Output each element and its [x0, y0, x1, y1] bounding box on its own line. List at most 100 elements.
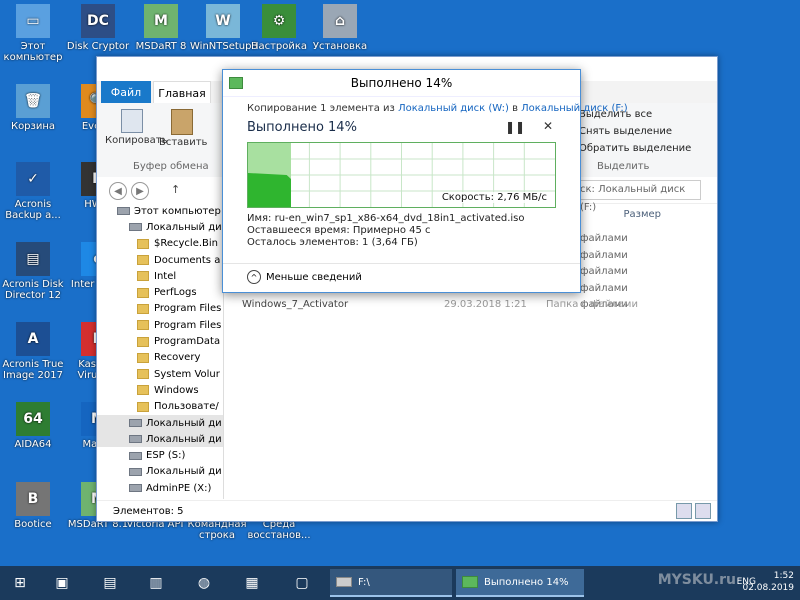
desktop-icon[interactable]: ⚙ Настройка	[246, 4, 312, 52]
progress-graph: Скорость: 2,76 МБ/с	[247, 142, 556, 208]
taskbar-app-icon[interactable]: ◍	[190, 570, 218, 596]
copy-source-line: Копирование 1 элемента из Локальный диск…	[247, 103, 628, 114]
desktop-icon[interactable]: A Acronis True Image 2017	[0, 322, 66, 381]
drive-icon	[129, 451, 142, 460]
desktop-icon-glyph: ▭	[16, 4, 50, 38]
file-type-cell: файлами	[580, 233, 628, 244]
back-button[interactable]: ◀	[109, 182, 127, 200]
tree-item[interactable]: System Volur	[97, 366, 223, 382]
column-size[interactable]: Размер	[623, 209, 661, 220]
start-icon[interactable]: ⊞	[6, 570, 34, 596]
deselect-button[interactable]: Снять выделение	[579, 126, 672, 137]
tree-item-label: Intel	[154, 270, 177, 282]
tree-item-label: AdminPE (X:)	[146, 482, 212, 494]
desktop-icon-glyph: M	[144, 4, 178, 38]
folder-icon	[137, 287, 149, 298]
tree-item[interactable]: Локальный ди	[97, 219, 223, 235]
tree-item[interactable]: $Recycle.Bin	[97, 236, 223, 252]
desktop-icon[interactable]: 🗑 Корзина	[0, 84, 66, 132]
desktop-icon[interactable]: DC Disk Cryptor	[65, 4, 131, 52]
folder-icon	[137, 401, 149, 412]
source-link[interactable]: Локальный диск (W:)	[398, 103, 509, 114]
desktop-icon-label: Acronis True Image 2017	[2, 359, 64, 381]
desktop-icon[interactable]: ✓ Acronis Backup a...	[0, 162, 66, 221]
tree-item[interactable]: ESP (S:)	[97, 447, 223, 463]
desktop-icon-label: AIDA64	[14, 439, 52, 450]
folder-icon	[137, 320, 149, 331]
desktop-icon-label: Установка	[312, 41, 368, 52]
tree-item[interactable]: Intel	[97, 268, 223, 284]
tree-item-label: PerfLogs	[154, 287, 197, 299]
desktop-icon-label: Acronis Disk Director 12	[2, 279, 64, 301]
taskbar-app-icon[interactable]: ▥	[142, 570, 170, 596]
taskbar-app-icon[interactable]: ▦	[238, 570, 266, 596]
invert-selection-button[interactable]: Обратить выделение	[579, 143, 691, 154]
pause-icon[interactable]: ❚❚	[505, 120, 525, 134]
drive-icon	[129, 467, 142, 476]
copy-app-icon	[229, 77, 243, 89]
tiles-view-icon[interactable]	[695, 503, 711, 519]
tree-item-label: Recovery	[154, 352, 201, 364]
drive-icon	[129, 223, 142, 232]
tree-item[interactable]: Пользовате/	[97, 399, 223, 415]
tree-item[interactable]: Этот компьютер	[97, 203, 223, 219]
tree-item-label: Program Files	[154, 319, 222, 331]
progress-heading: Выполнено 14%	[247, 120, 357, 135]
view-buttons	[676, 503, 711, 519]
drive-icon	[129, 435, 142, 444]
taskbar-item-explorer[interactable]: F:\	[330, 569, 452, 597]
folder-icon	[137, 369, 149, 380]
clock[interactable]: 1:52 02.08.2019	[742, 570, 794, 594]
file-name-line: Имя: ru-en_win7_sp1_x86-x64_dvd_18in1_ac…	[247, 213, 525, 224]
tree-item[interactable]: Windows	[97, 382, 223, 398]
search-input[interactable]: ск: Локальный диск (F:)	[575, 180, 701, 213]
file-row-date: 29.03.2018 1:21	[444, 299, 527, 310]
taskbar-app-icon[interactable]: ▣	[48, 570, 76, 596]
tree-item[interactable]: Локальный ди	[97, 414, 223, 432]
tree-item[interactable]: Локальный ди	[97, 464, 223, 480]
forward-button[interactable]: ▶	[131, 182, 149, 200]
desktop-icon-glyph: 64	[16, 402, 50, 436]
tree-item[interactable]: ProgramData	[97, 333, 223, 349]
tree-item[interactable]: Recovery	[97, 350, 223, 366]
desktop-icon-glyph: ⌂	[323, 4, 357, 38]
less-details-button[interactable]: ^ Меньше сведений	[247, 270, 362, 284]
desktop-icon-glyph: ⚙	[262, 4, 296, 38]
list-item[interactable]: Windows_7_Activator	[242, 299, 348, 310]
paste-button[interactable]: Вставить	[159, 109, 207, 148]
taskbar-app-icon[interactable]: ▢	[288, 570, 316, 596]
close-icon[interactable]: ✕	[539, 119, 557, 133]
file-row-name: Windows_7_Activator	[242, 299, 349, 310]
copy-icon	[121, 109, 143, 133]
desktop-icon-glyph: DC	[81, 4, 115, 38]
tree-item-label: System Volur	[154, 368, 220, 380]
tree-item[interactable]: AdminPE (X:)	[97, 480, 223, 496]
up-arrow-icon[interactable]: ↑	[171, 183, 180, 196]
file-row-type: Папка с файлами	[546, 299, 638, 310]
select-group-label: Выделить	[597, 161, 650, 172]
desktop-icon[interactable]: B Bootice	[0, 482, 66, 530]
dest-link[interactable]: Локальный диск (F:)	[521, 103, 627, 114]
tree-item[interactable]: PerfLogs	[97, 284, 223, 300]
desktop-icon[interactable]: 64 AIDA64	[0, 402, 66, 450]
desktop-icon-label: Disk Cryptor	[66, 41, 130, 52]
folder-icon	[137, 385, 149, 396]
tab-file[interactable]: Файл	[101, 81, 151, 103]
tree-item[interactable]: Program Files	[97, 317, 223, 333]
copy-button[interactable]: Копировать	[105, 109, 167, 146]
desktop-icon[interactable]: ▭ Этот компьютер	[0, 4, 66, 63]
tree-item[interactable]: Documents a	[97, 252, 223, 268]
desktop-icon-label: Командная строка	[187, 519, 247, 541]
tab-home[interactable]: Главная	[153, 81, 211, 104]
taskbar-item-copy[interactable]: Выполнено 14%	[456, 569, 584, 597]
tree-item[interactable]: Program Files	[97, 301, 223, 317]
desktop-icon[interactable]: ▤ Acronis Disk Director 12	[0, 242, 66, 301]
item-count: Элементов: 5	[113, 505, 184, 517]
desktop-icon[interactable]: ⌂ Установка	[307, 4, 373, 52]
taskbar-app-icon[interactable]: ▤	[96, 570, 124, 596]
desktop-icon[interactable]: M MSDaRT 8	[128, 4, 194, 52]
drive-icon	[129, 484, 142, 493]
tree-item-label: Этот компьютер	[134, 205, 221, 217]
tree-item[interactable]: Локальный ди	[97, 431, 223, 448]
details-view-icon[interactable]	[676, 503, 692, 519]
